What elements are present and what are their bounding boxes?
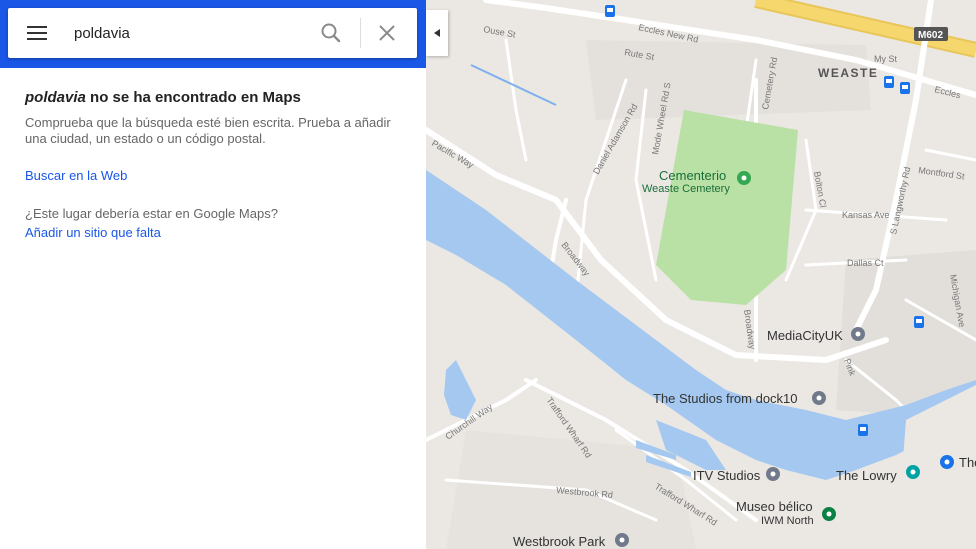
place-pin-icon (812, 391, 826, 405)
place-pin-icon (737, 171, 751, 185)
place-pin-icon (615, 533, 629, 547)
place-pin-icon (766, 467, 780, 481)
map-canvas[interactable]: WEASTE M602 Eccles New Rd Eccles Ouse St… (426, 0, 976, 549)
search-web-link[interactable]: Buscar en la Web (25, 168, 405, 184)
results-panel: poldavia no se ha encontrado en Maps Com… (25, 88, 405, 241)
collapse-arrow-icon (434, 29, 440, 37)
transit-station-icon[interactable] (884, 76, 894, 88)
motorway-shield: M602 (918, 30, 943, 41)
place-pin-icon (851, 327, 865, 341)
search-box (8, 8, 417, 58)
place-name: ITV Studios (693, 468, 761, 483)
place-name: MediaCityUK (767, 328, 843, 343)
transit-station-icon[interactable] (900, 82, 910, 94)
collapse-panel-button[interactable] (426, 10, 448, 56)
search-divider (360, 18, 361, 48)
place-name: The Studios from dock10 (653, 391, 798, 406)
transit-station-icon[interactable] (914, 316, 924, 328)
close-icon[interactable] (374, 20, 400, 46)
road-label: Dallas Ct (847, 258, 884, 268)
not-found-query: poldavia (25, 89, 86, 106)
place-subtitle: IWM North (761, 515, 814, 527)
road-label: My St (874, 54, 898, 64)
add-missing-place-link[interactable]: Añadir un sitio que falta (25, 225, 405, 241)
place-name: Museo bélico (736, 499, 813, 514)
search-input[interactable] (74, 22, 304, 44)
side-panel: poldavia no se ha encontrado en Maps Com… (0, 0, 426, 549)
not-found-suffix: no se ha encontrado en Maps (85, 89, 301, 106)
menu-icon[interactable] (24, 21, 50, 45)
area-label-weaste: WEASTE (818, 66, 878, 80)
transit-station-icon[interactable] (858, 424, 868, 436)
place-name: The Lowry (836, 468, 897, 483)
not-found-description: Comprueba que la búsqueda esté bien escr… (25, 115, 391, 146)
place-pin-icon (906, 465, 920, 479)
missing-place-question: ¿Este lugar debería estar en Google Maps… (25, 206, 278, 221)
search-icon[interactable] (318, 20, 344, 46)
place-name: Westbrook Park (513, 534, 606, 549)
place-subtitle: Weaste Cemetery (642, 183, 730, 195)
transit-station-icon[interactable] (605, 5, 615, 17)
place-pin-icon (940, 455, 954, 469)
not-found-title: poldavia no se ha encontrado en Maps (25, 88, 405, 108)
place-name: Cementerio (659, 168, 726, 183)
place-name: The (959, 455, 976, 470)
place-pin-icon (822, 507, 836, 521)
road-label: Kansas Ave (842, 210, 889, 220)
